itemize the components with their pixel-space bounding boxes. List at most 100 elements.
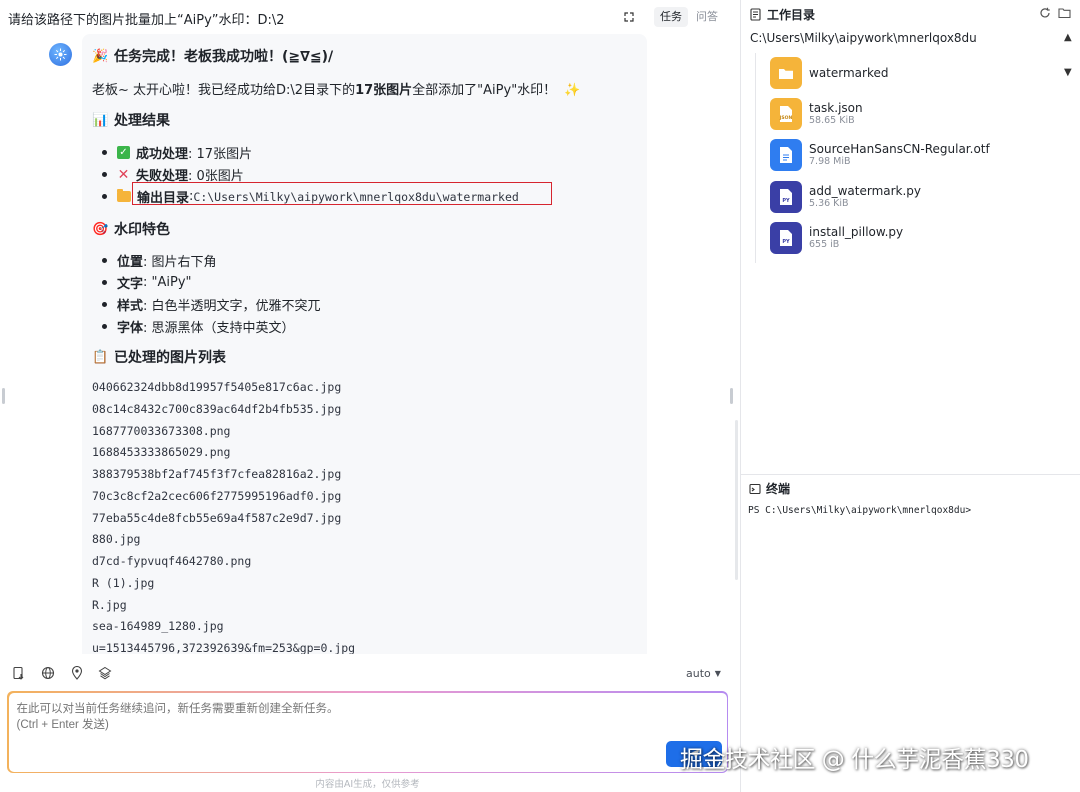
file-list-item: R.jpg [92,598,127,612]
terminal-prompt[interactable]: PS C:\Users\Milky\aipywork\mnerlqox8du> [748,505,971,516]
file-list-item: sea-164989_1280.jpg [92,619,224,633]
feature-label: 文字 [117,277,144,292]
python-file-icon: PY [770,181,802,213]
chat-scrollbar[interactable] [735,420,738,580]
layers-icon[interactable] [97,665,113,681]
file-item-task-json[interactable]: JSON task.json 58.65 KiB [770,97,1070,131]
followup-input[interactable] [16,700,667,761]
file-list-item: d7cd-fypvuqf4642780.png [92,554,252,568]
feature-value: : 白色半透明文字，优雅不突兀 [143,299,321,314]
svg-text:PY: PY [782,239,790,245]
expand-folder-icon[interactable]: ▼ [1064,67,1072,78]
party-popper-icon: 🎉 [92,48,109,64]
left-resize-handle[interactable] [2,388,5,404]
location-pin-icon[interactable] [69,665,85,681]
result-label: 成功处理 [136,147,189,162]
file-size: 7.98 MiB [809,156,851,167]
section-files-title: 已处理的图片列表 [114,350,226,366]
file-name: task.json [809,101,863,115]
intro-paragraph: 老板~ 太开心啦！我已经成功给D:\2目录下的17张图片全部添加了"AiPy"水… [92,79,581,98]
file-list-item: u=1513445796,372392639&fm=253&gp=0.jpg [92,641,356,654]
sparkles-icon: ✨ [564,83,581,98]
folder-icon [117,189,131,202]
feature-font: 字体: 思源黑体（支持中英文） [102,317,295,336]
file-size: 655 iB [809,239,840,250]
feature-value: : "AiPy" [143,275,192,290]
ai-disclaimer: 内容由AI生成，仅供参考 [315,779,420,790]
result-success: ✓ 成功处理: 17张图片 [102,143,252,162]
file-item-add-watermark[interactable]: PY add_watermark.py 5.36 KiB [770,180,1070,214]
terminal-icon [749,483,761,494]
open-folder-icon[interactable] [1057,6,1071,20]
target-icon: 🎯 [92,221,109,237]
feature-text: 文字: "AiPy" [102,273,192,292]
dropdown-caret-icon: ▼ [714,668,721,678]
message-heading: 🎉 任务完成！老板我成功啦！(≧∇≦)/ [92,46,333,66]
workdir-title: 工作目录 [767,8,816,22]
site-watermark: 掘金技术社区 @ 什么芋泥香蕉330 [680,747,1029,773]
file-item-watermarked[interactable]: watermarked [770,56,1070,90]
bullet-dot [102,150,107,155]
check-icon: ✓ [117,146,130,159]
feature-position: 位置: 图片右下角 [102,251,217,270]
upload-file-icon[interactable] [11,665,27,681]
side-panel: 工作目录 C:\Users\Milky\aipywork\mnerlqox8du… [741,0,1080,792]
terminal-header: 终端 [749,480,790,497]
file-list-item: R (1).jpg [92,576,155,590]
section-features-title: 水印特色 [114,222,170,238]
file-name: watermarked [809,66,889,80]
feature-value: : 思源黑体（支持中英文） [143,321,295,336]
bullet-dot [102,258,107,263]
feature-label: 样式 [117,299,144,314]
tab-qa[interactable]: 问答 [690,7,724,27]
refresh-icon[interactable] [1038,6,1052,20]
feature-style: 样式: 白色半透明文字，优雅不突兀 [102,295,321,314]
input-toolbar: auto ▼ [0,660,740,686]
document-icon [750,8,761,21]
intro-bold: 17张图片 [355,83,413,98]
section-results-title: 处理结果 [114,113,170,129]
file-name: add_watermark.py [809,184,922,198]
file-item-font[interactable]: SourceHanSansCN-Regular.otf 7.98 MiB [770,138,1070,172]
file-list-item: 1688453333865029.png [92,445,231,459]
svg-text:PY: PY [782,198,790,204]
python-file-icon: PY [770,222,802,254]
chat-panel: 请给该路径下的图片批量加上“AiPy”水印：D:\2 任务 问答 🎉 任务完成！… [0,0,740,792]
file-name: SourceHanSansCN-Regular.otf [809,142,990,156]
file-list-item: 040662324dbb8d19957f5405e817c6ac.jpg [92,380,342,394]
task-title: 请给该路径下的图片批量加上“AiPy”水印：D:\2 [8,13,285,28]
tab-task[interactable]: 任务 [654,7,688,27]
collapse-icon[interactable]: ▲ [1064,32,1072,43]
input-container [8,692,727,772]
file-icon [770,139,802,171]
json-file-icon: JSON [770,98,802,130]
section-features-heading: 🎯 水印特色 [92,219,170,239]
workdir-path[interactable]: C:\Users\Milky\aipywork\mnerlqox8du [750,31,977,45]
cross-icon: ✕ [117,166,130,183]
file-size: 58.65 KiB [809,115,855,126]
file-size: 5.36 KiB [809,198,849,209]
svg-text:JSON: JSON [779,115,793,121]
app-window: 请给该路径下的图片批量加上“AiPy”水印：D:\2 任务 问答 🎉 任务完成！… [0,0,1080,792]
output-dir-highlight-box [132,182,552,205]
file-list-item: 1687770033673308.png [92,424,231,438]
file-list-item: 880.jpg [92,532,141,546]
section-files-heading: 📋 已处理的图片列表 [92,347,226,367]
bullet-dot [102,280,107,285]
feature-label: 字体 [117,321,144,336]
globe-icon[interactable] [40,665,56,681]
right-resize-handle[interactable] [730,388,733,404]
input-border [7,691,728,773]
bar-chart-icon: 📊 [92,112,109,128]
result-value: : 17张图片 [188,147,253,162]
tree-guide-line [755,53,756,263]
file-list-item: 70c3c8cf2a2cec606f2775995196adf0.jpg [92,489,342,503]
chat-header: 请给该路径下的图片批量加上“AiPy”水印：D:\2 任务 问答 [0,0,740,34]
model-select-value: auto [686,666,711,680]
bullet-dot [102,194,107,199]
model-select[interactable]: auto ▼ [686,664,721,682]
expand-icon[interactable] [617,6,641,28]
terminal-divider[interactable] [741,474,1080,475]
file-item-install-pillow[interactable]: PY install_pillow.py 655 iB [770,221,1070,255]
file-list-item: 77eba55c4de8fcb55e69a4f587c2e9d7.jpg [92,511,342,525]
